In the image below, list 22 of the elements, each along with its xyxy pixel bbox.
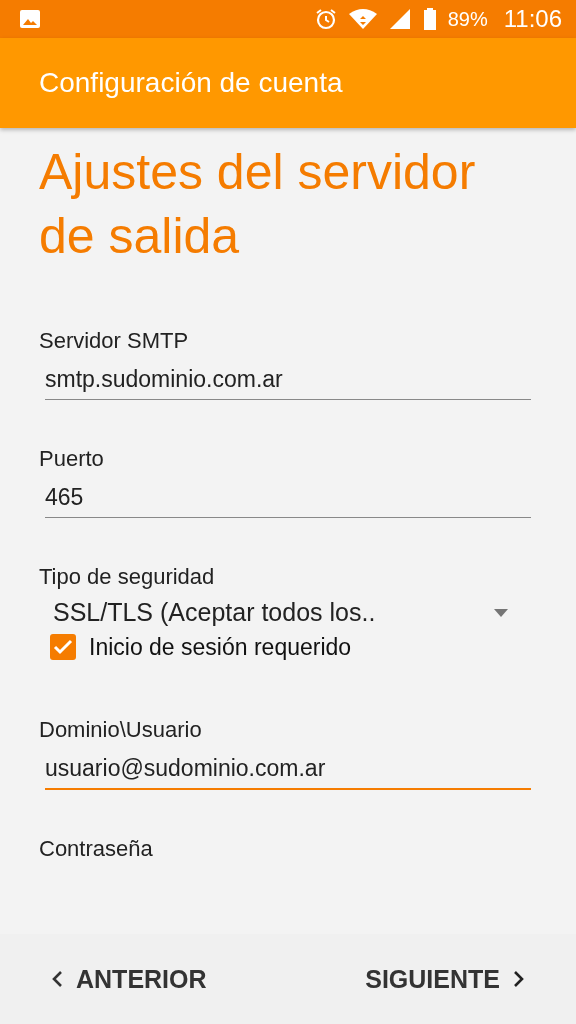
field-label: Servidor SMTP (39, 328, 189, 354)
field-label: Puerto (39, 446, 104, 472)
previous-button[interactable]: ANTERIOR (50, 956, 207, 1002)
chevron-right-icon (512, 969, 526, 989)
wifi-icon (347, 7, 378, 31)
page-heading: Ajustes del servidor de salida (39, 143, 477, 266)
input-field[interactable]: 465 (45, 484, 531, 518)
field-label: Dominio\Usuario (39, 717, 202, 743)
input-field[interactable]: smtp.sudominio.com.ar (45, 366, 531, 400)
field-label: Tipo de seguridad (39, 564, 215, 590)
field-label: Contraseña (39, 836, 153, 862)
input-field[interactable]: usuario@sudominio.com.ar (45, 755, 531, 790)
dropdown-arrow-icon (493, 607, 509, 618)
battery-percent: 89% (447, 7, 488, 31)
app-title: Configuración de cuenta (39, 67, 343, 99)
chevron-left-icon (50, 969, 64, 989)
security-dropdown[interactable]: SSL/TLS (Aceptar todos los.. (53, 598, 531, 627)
clock: 11:06 (503, 5, 562, 33)
image-icon (18, 7, 42, 31)
battery-icon (421, 7, 438, 31)
next-button[interactable]: SIGUIENTE (365, 956, 526, 1002)
login-checkbox[interactable]: Inicio de sesión requerido (49, 633, 352, 661)
